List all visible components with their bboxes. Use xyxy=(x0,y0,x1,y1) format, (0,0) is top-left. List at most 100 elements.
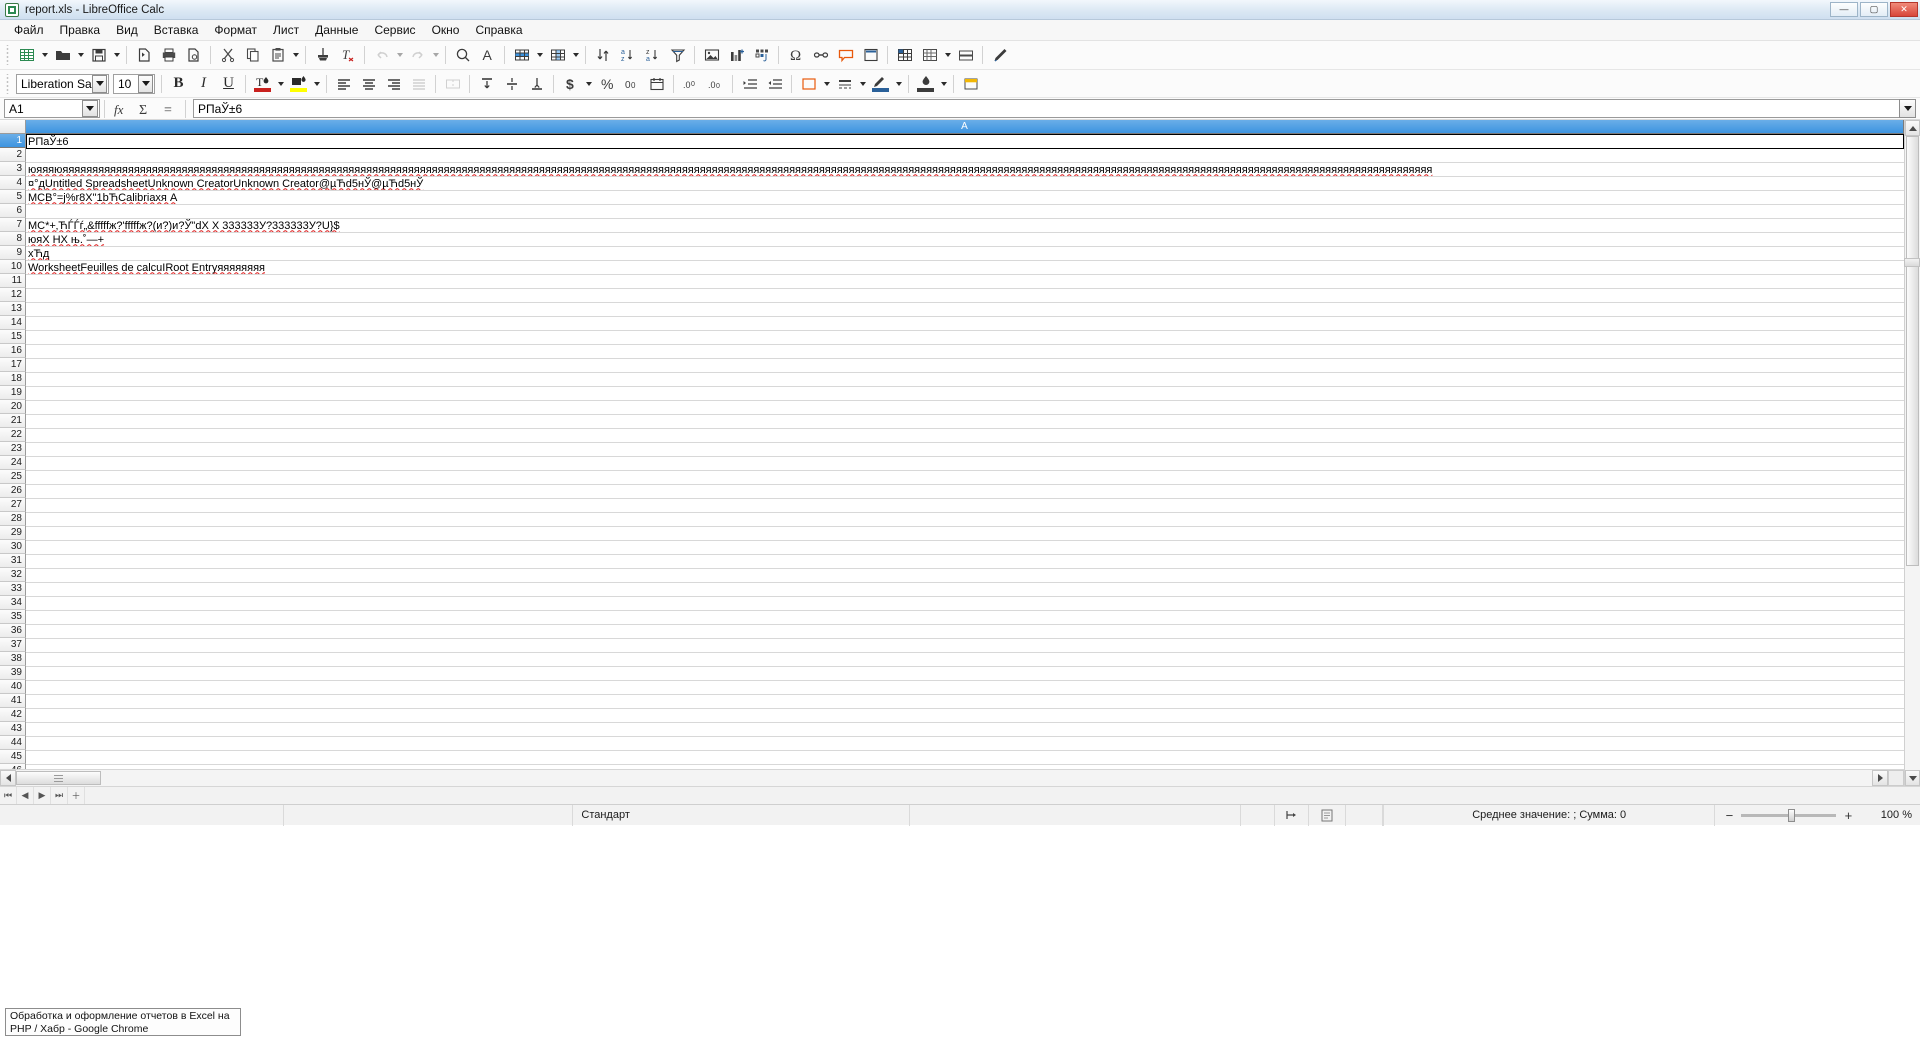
grid-cell[interactable] xyxy=(26,289,1904,303)
header-footer-icon[interactable] xyxy=(858,43,883,67)
row-header[interactable]: 31 xyxy=(0,554,26,568)
column-header-a[interactable]: A xyxy=(26,120,1904,134)
grid-cell[interactable] xyxy=(26,625,1904,639)
clear-formatting-icon[interactable]: T xyxy=(335,43,360,67)
row-header[interactable]: 26 xyxy=(0,484,26,498)
row-header[interactable]: 10 xyxy=(0,260,26,274)
scroll-up-icon[interactable] xyxy=(1905,120,1920,136)
row-header[interactable]: 28 xyxy=(0,512,26,526)
pen-icon[interactable] xyxy=(987,43,1012,67)
grid-cell[interactable] xyxy=(26,345,1904,359)
new-spreadsheet-icon[interactable] xyxy=(14,43,39,67)
status-signature[interactable] xyxy=(1346,804,1383,826)
align-justify-icon[interactable] xyxy=(406,72,431,96)
grid-cell[interactable] xyxy=(26,359,1904,373)
align-center-icon[interactable] xyxy=(356,72,381,96)
grid-cell[interactable]: MCB°=j%r8X"1bЋCalibriaxя A xyxy=(26,191,1904,205)
menu-sheet[interactable]: Лист xyxy=(265,21,307,39)
formula-input[interactable]: РПаЎ±6 xyxy=(193,99,1899,118)
decrease-indent-icon[interactable] xyxy=(762,72,787,96)
row-header[interactable]: 42 xyxy=(0,708,26,722)
row-header[interactable]: 44 xyxy=(0,736,26,750)
menu-view[interactable]: Вид xyxy=(108,21,146,39)
menu-tools[interactable]: Сервис xyxy=(366,21,423,39)
borders-icon[interactable] xyxy=(796,72,821,96)
border-color-dropdown-icon[interactable] xyxy=(893,72,904,96)
font-name-input[interactable]: Liberation Sans xyxy=(16,73,109,94)
hscroll-track[interactable] xyxy=(16,770,1872,786)
grid-cell[interactable] xyxy=(26,527,1904,541)
sigma-icon[interactable]: Σ xyxy=(133,99,157,119)
row-header[interactable]: 8 xyxy=(0,232,26,246)
grid-cell[interactable] xyxy=(26,387,1904,401)
row-header[interactable]: 6 xyxy=(0,204,26,218)
row-header[interactable]: 29 xyxy=(0,526,26,540)
borders-dropdown-icon[interactable] xyxy=(821,72,832,96)
grid-cell[interactable] xyxy=(26,457,1904,471)
prev-sheet-icon[interactable]: ◀ xyxy=(17,787,34,804)
row-header[interactable]: 7 xyxy=(0,218,26,232)
grid-cell[interactable] xyxy=(26,681,1904,695)
close-button[interactable]: ✕ xyxy=(1890,2,1918,17)
highlight-color-icon[interactable] xyxy=(286,72,311,96)
row-header[interactable]: 4 xyxy=(0,176,26,190)
insert-row-dropdown-icon[interactable] xyxy=(534,43,545,67)
grid-cell[interactable] xyxy=(26,569,1904,583)
delete-decimal-icon[interactable]: .0 0 xyxy=(703,72,728,96)
row-header[interactable]: 21 xyxy=(0,414,26,428)
row-header[interactable]: 36 xyxy=(0,624,26,638)
grid-cell[interactable] xyxy=(26,667,1904,681)
menu-help[interactable]: Справка xyxy=(467,21,530,39)
selection-mode-icon[interactable] xyxy=(1275,804,1310,826)
row-header[interactable]: 38 xyxy=(0,652,26,666)
menu-data[interactable]: Данные xyxy=(307,21,366,39)
first-sheet-icon[interactable]: ⏮ xyxy=(0,787,17,804)
grid-cell[interactable] xyxy=(26,639,1904,653)
grid-cell[interactable]: ¤°дUntitled SpreadsheetUnknown CreatorUn… xyxy=(26,177,1904,191)
row-header[interactable]: 15 xyxy=(0,330,26,344)
grid-cell[interactable]: юяяяюяяяяяяяяяяяяяяяяяяяяяяяяяяяяяяяяяяя… xyxy=(26,163,1904,177)
menu-window[interactable]: Окно xyxy=(424,21,468,39)
last-sheet-icon[interactable]: ⏭ xyxy=(51,787,68,804)
row-header[interactable]: 12 xyxy=(0,288,26,302)
horizontal-scrollbar[interactable] xyxy=(0,769,1904,786)
grid-cell[interactable]: WorksheetFeuilles de calcuIRoot Entryяяя… xyxy=(26,261,1904,275)
font-size-dropdown-icon[interactable] xyxy=(138,74,153,93)
merge-cells-icon[interactable] xyxy=(440,72,465,96)
row-header[interactable]: 35 xyxy=(0,610,26,624)
sort-descending-icon[interactable]: za xyxy=(640,43,665,67)
border-style-dropdown-icon[interactable] xyxy=(857,72,868,96)
font-color-dropdown-icon[interactable] xyxy=(275,72,286,96)
align-bottom-icon[interactable] xyxy=(524,72,549,96)
comment-balloon-icon[interactable] xyxy=(833,43,858,67)
paintbrush-clone-icon[interactable] xyxy=(310,43,335,67)
increase-indent-icon[interactable] xyxy=(737,72,762,96)
grid-cell[interactable] xyxy=(26,373,1904,387)
vertical-scrollbar[interactable] xyxy=(1904,120,1920,786)
grid-cell[interactable] xyxy=(26,149,1904,163)
grid-cell[interactable] xyxy=(26,765,1904,769)
menu-edit[interactable]: Правка xyxy=(52,21,109,39)
pdf-export-icon[interactable] xyxy=(131,43,156,67)
grid-cell[interactable] xyxy=(26,499,1904,513)
grid-cell[interactable] xyxy=(26,415,1904,429)
vscroll-thumb[interactable] xyxy=(1906,136,1919,566)
grid-cell[interactable] xyxy=(26,331,1904,345)
new-spreadsheet-dropdown-icon[interactable] xyxy=(39,43,50,67)
border-style-icon[interactable] xyxy=(832,72,857,96)
highlight-color-dropdown-icon[interactable] xyxy=(311,72,322,96)
row-header[interactable]: 11 xyxy=(0,274,26,288)
zoom-out-button[interactable]: − xyxy=(1723,808,1735,823)
row-header[interactable]: 39 xyxy=(0,666,26,680)
status-page-style[interactable]: Стандарт xyxy=(573,804,910,826)
draw-functions-icon[interactable] xyxy=(953,43,978,67)
row-header[interactable]: 14 xyxy=(0,316,26,330)
redo-arrow-icon[interactable] xyxy=(405,43,430,67)
maximize-button[interactable]: ▢ xyxy=(1860,2,1888,17)
row-header[interactable]: 34 xyxy=(0,596,26,610)
grid-cell[interactable]: хЋд xyxy=(26,247,1904,261)
paste-dropdown-icon[interactable] xyxy=(290,43,301,67)
scroll-left-icon[interactable] xyxy=(0,770,16,786)
print-preview-icon[interactable] xyxy=(181,43,206,67)
add-sheet-icon[interactable]: ＋ xyxy=(68,787,85,804)
